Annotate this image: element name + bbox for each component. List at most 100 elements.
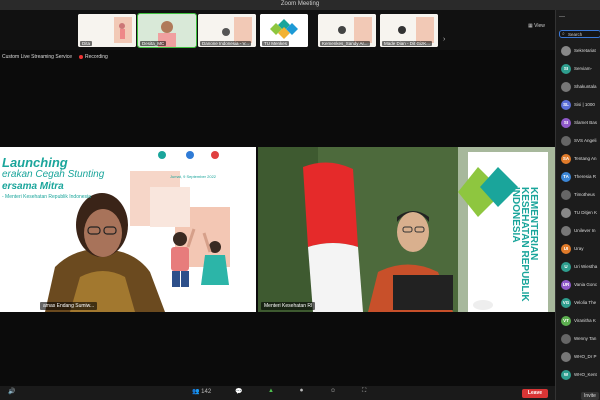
participant-item[interactable]: VT Viranitha K [556, 312, 600, 330]
participant-name: Viranitha K [574, 318, 596, 323]
participant-item[interactable]: UR Vania Gonc [556, 276, 600, 294]
invite-button[interactable]: Invite [581, 392, 599, 400]
slide-subtitle-3: - Menteri Kesehatan Republik Indonesia [2, 194, 91, 200]
avatar: U [561, 262, 571, 272]
participant-name: Tentang An [574, 156, 597, 161]
participant-list: Sekretariat SI Serviam- Shakuntala SL Sisi | … [556, 42, 600, 384]
participant-item[interactable]: Unilever In [556, 222, 600, 240]
avatar [561, 352, 571, 362]
search-icon: ⌕ [562, 31, 565, 37]
thumbnail-2[interactable]: Danone Indonesia - V... [198, 14, 256, 47]
audio-icon[interactable]: 🔊 [8, 388, 15, 395]
participant-item[interactable]: SL Sisi | 1000 [556, 96, 600, 114]
thumbnail-1[interactable]: Desita_MC [137, 13, 197, 48]
participant-item[interactable]: UI Uray [556, 240, 600, 258]
participant-item[interactable]: Wenny Tan [556, 330, 600, 348]
share-screen-icon[interactable]: ▲ [268, 388, 274, 394]
thumbnail-name: Kemenkes_Sandy Ar... [320, 41, 370, 46]
zoom-window: Zoom Meeting Dita Desita_MC Danone Indon… [0, 0, 600, 400]
video-tile-minister[interactable]: KEMENTERIAN KESEHATAN REPUBLIK INDONESIA… [258, 147, 555, 312]
participant-item[interactable]: TA Theresia R [556, 168, 600, 186]
participant-name: Velolia The [574, 300, 597, 305]
participant-item[interactable]: Shakuntala [556, 78, 600, 96]
kemenkes-banner-text: KEMENTERIAN KESEHATAN REPUBLIK INDONESIA [510, 187, 539, 302]
avatar [561, 190, 571, 200]
view-label: View [534, 23, 545, 29]
collapse-panel-icon[interactable]: — [559, 14, 565, 20]
meeting-toolbar: 🔊 👥 142 💬 ▲ ⏺ ☺ ⛶ [0, 386, 555, 400]
thumbnail-0[interactable]: Dita [78, 14, 136, 47]
thumbnail-name: Desita_MC [140, 41, 167, 46]
leave-button[interactable]: Leave [522, 389, 548, 398]
title-bar: Zoom Meeting [0, 0, 600, 10]
avatar: UI [561, 244, 571, 254]
participant-item[interactable]: VG Velolia The [556, 294, 600, 312]
recording-indicator[interactable]: Recording [79, 54, 108, 60]
avatar: VT [561, 316, 571, 326]
avatar: SL [561, 100, 571, 110]
participant-name: Wenny Tan [574, 336, 597, 341]
participant-item[interactable]: SI Serviam- [556, 60, 600, 78]
participants-panel: — ⌕ Search Sekretariat SI Serviam- Shakunta… [555, 10, 600, 400]
participant-name: Unilever In [574, 228, 596, 233]
slide-date: Jumat, 9 September 2022 [170, 174, 217, 179]
participant-name: TU Ditjen K [574, 210, 598, 215]
participant-name: Uri Wiestha [574, 264, 598, 269]
avatar [561, 226, 571, 236]
participant-item[interactable]: SA Tentang An [556, 150, 600, 168]
participant-name: Serviam- [574, 66, 593, 71]
participant-search-input[interactable]: ⌕ Search [559, 30, 600, 38]
thumbnail-4[interactable]: Kemenkes_Sandy Ar... [318, 14, 376, 47]
slide-subtitle-2: ersama Mitra [2, 181, 64, 192]
thumbnail-name: Made Dian - Dit GizK... [382, 41, 433, 46]
participant-item[interactable]: WHO_Dr P [556, 348, 600, 366]
chevron-right-icon[interactable]: › [443, 36, 445, 43]
participant-name: Slamet Bas [574, 120, 598, 125]
avatar [561, 208, 571, 218]
participant-count: 142 [201, 389, 212, 395]
apps-icon[interactable]: ⛶ [362, 388, 366, 395]
avatar [561, 334, 571, 344]
slide-title: Launching [2, 155, 68, 170]
tile-participant-name: amas Endang Sumiw... [40, 302, 98, 310]
video-tile-speaker-slide[interactable]: Launching erakan Cegah Stunting ersama M… [0, 147, 256, 312]
thumbnail-name: Dita [80, 41, 93, 46]
participant-item[interactable]: U Uri Wiestha [556, 258, 600, 276]
participant-name: Vania Gonc [574, 282, 598, 287]
reactions-icon[interactable]: ☺ [330, 388, 336, 394]
participant-name: WHO_Dr P [574, 354, 597, 359]
avatar: SA [561, 154, 571, 164]
participant-name: WHO_Kent [574, 372, 597, 377]
record-icon[interactable]: ⏺ [300, 388, 303, 395]
chat-icon[interactable]: 💬 [235, 388, 242, 395]
search-placeholder: Search [568, 32, 583, 37]
slide-subtitle-1: erakan Cegah Stunting [2, 169, 105, 180]
view-button[interactable]: ▦ View [528, 23, 545, 29]
thumbnail-strip: Dita Desita_MC Danone Indonesia - V... T… [0, 10, 555, 50]
participant-name: Timotheus [574, 192, 595, 197]
avatar: UR [561, 280, 571, 290]
participant-item[interactable]: Timotheus [556, 186, 600, 204]
status-row: Custom Live Streaming Service Recording [0, 52, 555, 62]
avatar: W [561, 370, 571, 380]
avatar [561, 136, 571, 146]
participant-item[interactable]: SI Slamet Bas [556, 114, 600, 132]
participant-item[interactable]: Sekretariat [556, 42, 600, 60]
live-stream-status[interactable]: Custom Live Streaming Service [2, 54, 72, 60]
recording-label: Recording [85, 54, 108, 60]
participant-name: Sisi | 1000 [574, 102, 595, 107]
participants-button[interactable]: 👥 142 [192, 388, 211, 395]
thumbnail-3[interactable]: TU Menkes [260, 14, 308, 47]
window-title: Zoom Meeting [280, 1, 320, 7]
participant-item[interactable]: W WHO_Kent [556, 366, 600, 384]
recording-dot-icon [79, 54, 83, 59]
participant-item[interactable]: TU Ditjen K [556, 204, 600, 222]
participant-name: Sekretariat [574, 48, 596, 53]
participant-name: SVS Angeli [574, 138, 597, 143]
avatar: VG [561, 298, 571, 308]
avatar: SI [561, 64, 571, 74]
thumbnail-5[interactable]: Made Dian - Dit GizK... [380, 14, 438, 47]
avatar [561, 46, 571, 56]
participant-item[interactable]: SVS Angeli [556, 132, 600, 150]
participant-name: Uray [574, 246, 584, 251]
